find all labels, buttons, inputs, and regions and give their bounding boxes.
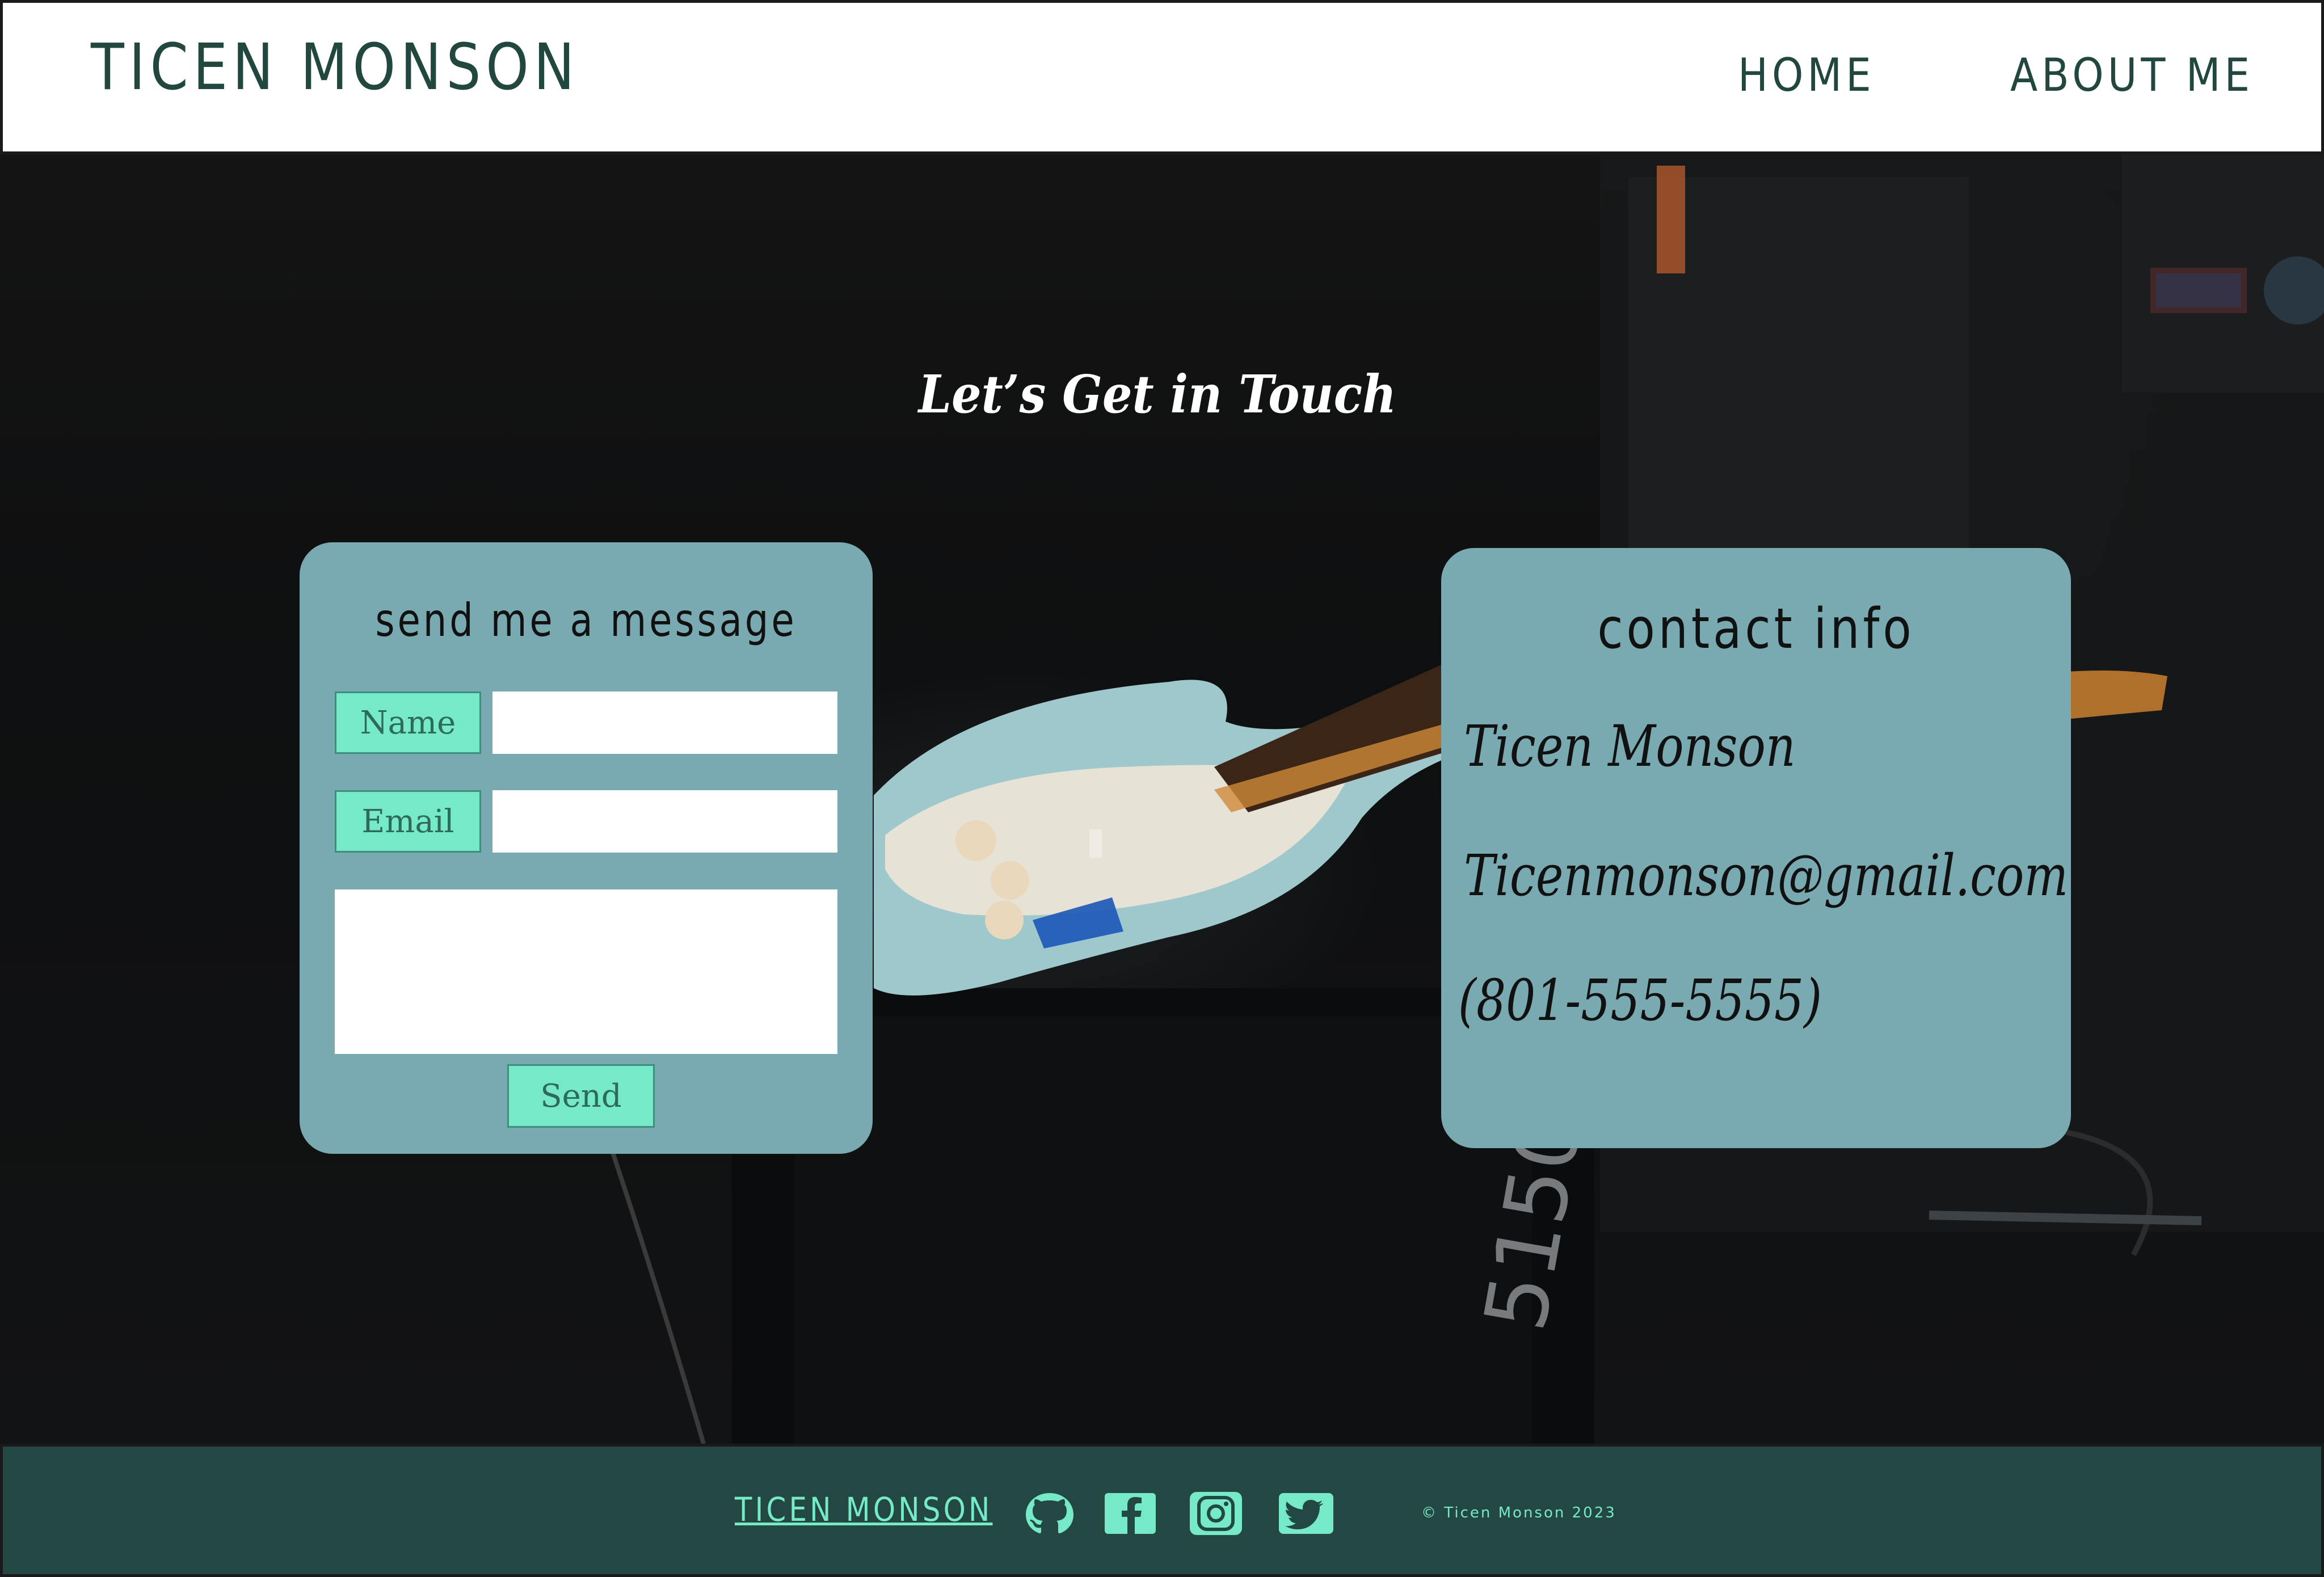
email-input[interactable] — [492, 790, 837, 853]
nav-about-link[interactable]: About Me — [2010, 53, 2254, 98]
message-form-heading: send me a message — [375, 594, 797, 647]
contact-hero: 5150 Let’s Get in Touch send me a messag… — [0, 154, 2324, 1444]
name-input[interactable] — [492, 691, 837, 754]
footer-brand-link[interactable]: Ticen Monson — [735, 1493, 992, 1526]
site-footer: Ticen Monson © Ticen Monson 2023 — [0, 1444, 2324, 1577]
contact-email[interactable]: Ticenmonson@gmail.com — [1464, 847, 2068, 904]
message-form-card: send me a message Name Email Send — [300, 542, 873, 1154]
send-button[interactable]: Send — [507, 1064, 655, 1128]
instagram-icon[interactable] — [1188, 1491, 1244, 1536]
copyright-text: © Ticen Monson 2023 — [1421, 1504, 1616, 1521]
email-label: Email — [335, 790, 481, 853]
hero-title: Let’s Get in Touch — [918, 363, 1397, 425]
contact-phone[interactable]: (801-555-5555) — [1458, 972, 1822, 1029]
contact-info-heading: contact info — [1597, 597, 1915, 661]
name-label: Name — [335, 691, 481, 754]
facebook-icon[interactable] — [1102, 1491, 1159, 1536]
github-icon[interactable] — [1021, 1491, 1078, 1536]
message-textarea[interactable] — [335, 889, 837, 1054]
twitter-icon[interactable] — [1278, 1491, 1334, 1536]
nav-home-link[interactable]: Home — [1738, 53, 1875, 98]
contact-name: Ticen Monson — [1464, 713, 1796, 779]
site-brand[interactable]: Ticen Monson — [91, 36, 579, 99]
site-header: Ticen Monson Home About Me — [0, 0, 2324, 154]
contact-info-card: contact info Ticen Monson Ticenmonson@gm… — [1441, 548, 2071, 1148]
